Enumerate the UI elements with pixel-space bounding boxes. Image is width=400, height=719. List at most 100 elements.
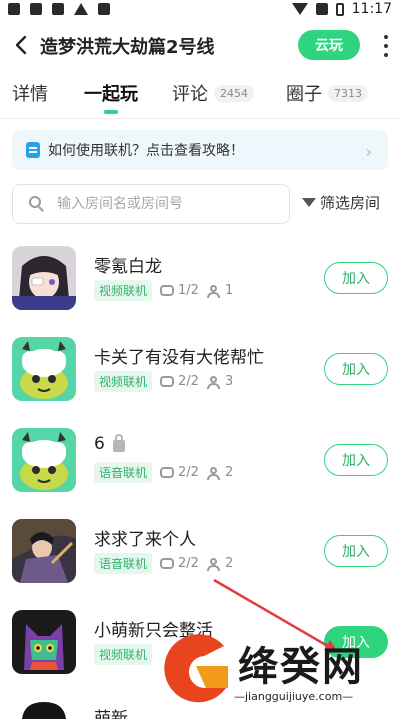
notification-icon [52, 3, 64, 15]
room-avatar [12, 698, 76, 719]
mode-tag: 语音联机 [94, 553, 153, 574]
room-name-text: 卡关了有没有大佬帮忙 [94, 348, 264, 368]
search-input[interactable] [57, 196, 277, 212]
room-name: 萌新 [94, 704, 128, 719]
dark-character-avatar-icon [12, 698, 76, 719]
gamepad-icon [160, 467, 175, 478]
more-dot-icon [384, 53, 388, 57]
room-name-text: 6 [94, 434, 105, 454]
members-stat: 2 [206, 556, 234, 571]
room-item[interactable]: 卡关了有没有大佬帮忙 视频联机 2/2 3 加入 [0, 337, 400, 427]
room-item[interactable]: 求求了来个人 语音联机 2/2 2 加入 [0, 519, 400, 609]
back-button[interactable] [10, 34, 32, 56]
players-stat: 1/2 [160, 283, 199, 298]
players-stat: 2/2 [160, 374, 199, 389]
players-count: 1/2 [178, 283, 199, 298]
mode-tag: 视频联机 [94, 644, 153, 665]
room-name: 零氪白龙 [94, 252, 162, 277]
battery-icon [335, 2, 344, 16]
room-item[interactable]: 6 语音联机 2/2 2 加入 [0, 428, 400, 518]
search-box [12, 184, 290, 224]
lock-icon [112, 433, 125, 452]
room-avatar [12, 610, 76, 674]
user-icon [206, 375, 221, 389]
notification-icon [30, 3, 42, 15]
watermark: 绛癸网 —jiangguijiuye.com— [150, 620, 400, 719]
members-stat: 3 [206, 374, 234, 389]
wifi-icon [291, 3, 308, 15]
join-button[interactable]: 加入 [324, 353, 388, 385]
tab-count-badge: 2454 [214, 84, 254, 102]
join-button[interactable]: 加入 [324, 444, 388, 476]
status-icons-right: 11:17 [291, 0, 392, 18]
chevron-right-icon: › [365, 142, 372, 161]
filter-rooms-button[interactable]: 筛选房间 [302, 192, 380, 213]
room-meta: 视频联机 [94, 644, 153, 665]
players-count: 2/2 [178, 465, 199, 480]
cloud-play-button[interactable]: 云玩 [298, 30, 360, 60]
gamepad-icon [160, 376, 175, 387]
guide-text: 如何使用联机？点击查看攻略！ [48, 143, 244, 159]
user-icon [206, 284, 221, 298]
tab-label: 详情 [12, 84, 48, 105]
members-count: 2 [224, 556, 234, 571]
join-button[interactable]: 加入 [324, 262, 388, 294]
room-name: 卡关了有没有大佬帮忙 [94, 343, 264, 368]
status-bar: 11:17 [0, 0, 400, 18]
status-icons-left [0, 3, 110, 15]
room-meta: 语音联机 2/2 2 [94, 462, 233, 483]
header: 造梦洪荒大劫篇2号线 云玩 [0, 24, 400, 66]
status-time: 11:17 [351, 1, 392, 17]
room-meta: 视频联机 2/2 3 [94, 371, 233, 392]
divider [0, 118, 400, 119]
green-monster-avatar-icon [12, 428, 76, 492]
tab-comments[interactable]: 评论 2454 [172, 80, 254, 106]
tab-details[interactable]: 详情 [12, 80, 48, 106]
more-dot-icon [384, 35, 388, 39]
warning-icon [74, 3, 88, 15]
join-button[interactable]: 加入 [324, 535, 388, 567]
room-avatar [12, 246, 76, 310]
tab-label: 一起玩 [84, 84, 138, 105]
green-monster-avatar-icon [12, 337, 76, 401]
room-name-text: 零氪白龙 [94, 257, 162, 277]
notification-icon [8, 3, 20, 15]
colorful-cat-avatar-icon [12, 610, 76, 674]
members-stat: 1 [206, 283, 234, 298]
active-tab-indicator [104, 110, 118, 114]
room-name-text: 求求了来个人 [94, 530, 196, 550]
chevron-left-icon [15, 35, 27, 55]
room-avatar [12, 519, 76, 583]
tab-circle[interactable]: 圈子 7313 [286, 80, 368, 106]
tab-count-badge: 7313 [328, 84, 368, 102]
mode-tag: 语音联机 [94, 462, 153, 483]
page-title: 造梦洪荒大劫篇2号线 [40, 37, 215, 58]
document-icon [26, 142, 40, 158]
room-meta: 语音联机 2/2 2 [94, 553, 233, 574]
players-count: 2/2 [178, 556, 199, 571]
guide-banner[interactable]: 如何使用联机？点击查看攻略！ › [12, 130, 388, 170]
room-meta: 视频联机 1/2 1 [94, 280, 233, 301]
anime-girl-avatar-icon [12, 246, 76, 310]
more-dot-icon [384, 44, 388, 48]
tab-label: 评论 [172, 84, 208, 105]
room-name-text: 萌新 [94, 709, 128, 719]
tab-play-together[interactable]: 一起玩 [84, 80, 138, 106]
filter-icon [302, 198, 316, 207]
room-name: 6 [94, 433, 125, 454]
watermark-text: 绛癸网 [238, 644, 364, 690]
notification-icon [98, 3, 110, 15]
members-count: 3 [224, 374, 234, 389]
user-icon [206, 557, 221, 571]
players-stat: 2/2 [160, 556, 199, 571]
mode-tag: 视频联机 [94, 371, 153, 392]
gamepad-icon [160, 558, 175, 569]
members-count: 1 [224, 283, 234, 298]
room-avatar [12, 428, 76, 492]
signal-icon [315, 3, 328, 15]
tab-label: 圈子 [286, 84, 322, 105]
players-count: 2/2 [178, 374, 199, 389]
mode-tag: 视频联机 [94, 280, 153, 301]
more-options-button[interactable] [378, 35, 394, 57]
room-item[interactable]: 零氪白龙 视频联机 1/2 1 加入 [0, 246, 400, 336]
